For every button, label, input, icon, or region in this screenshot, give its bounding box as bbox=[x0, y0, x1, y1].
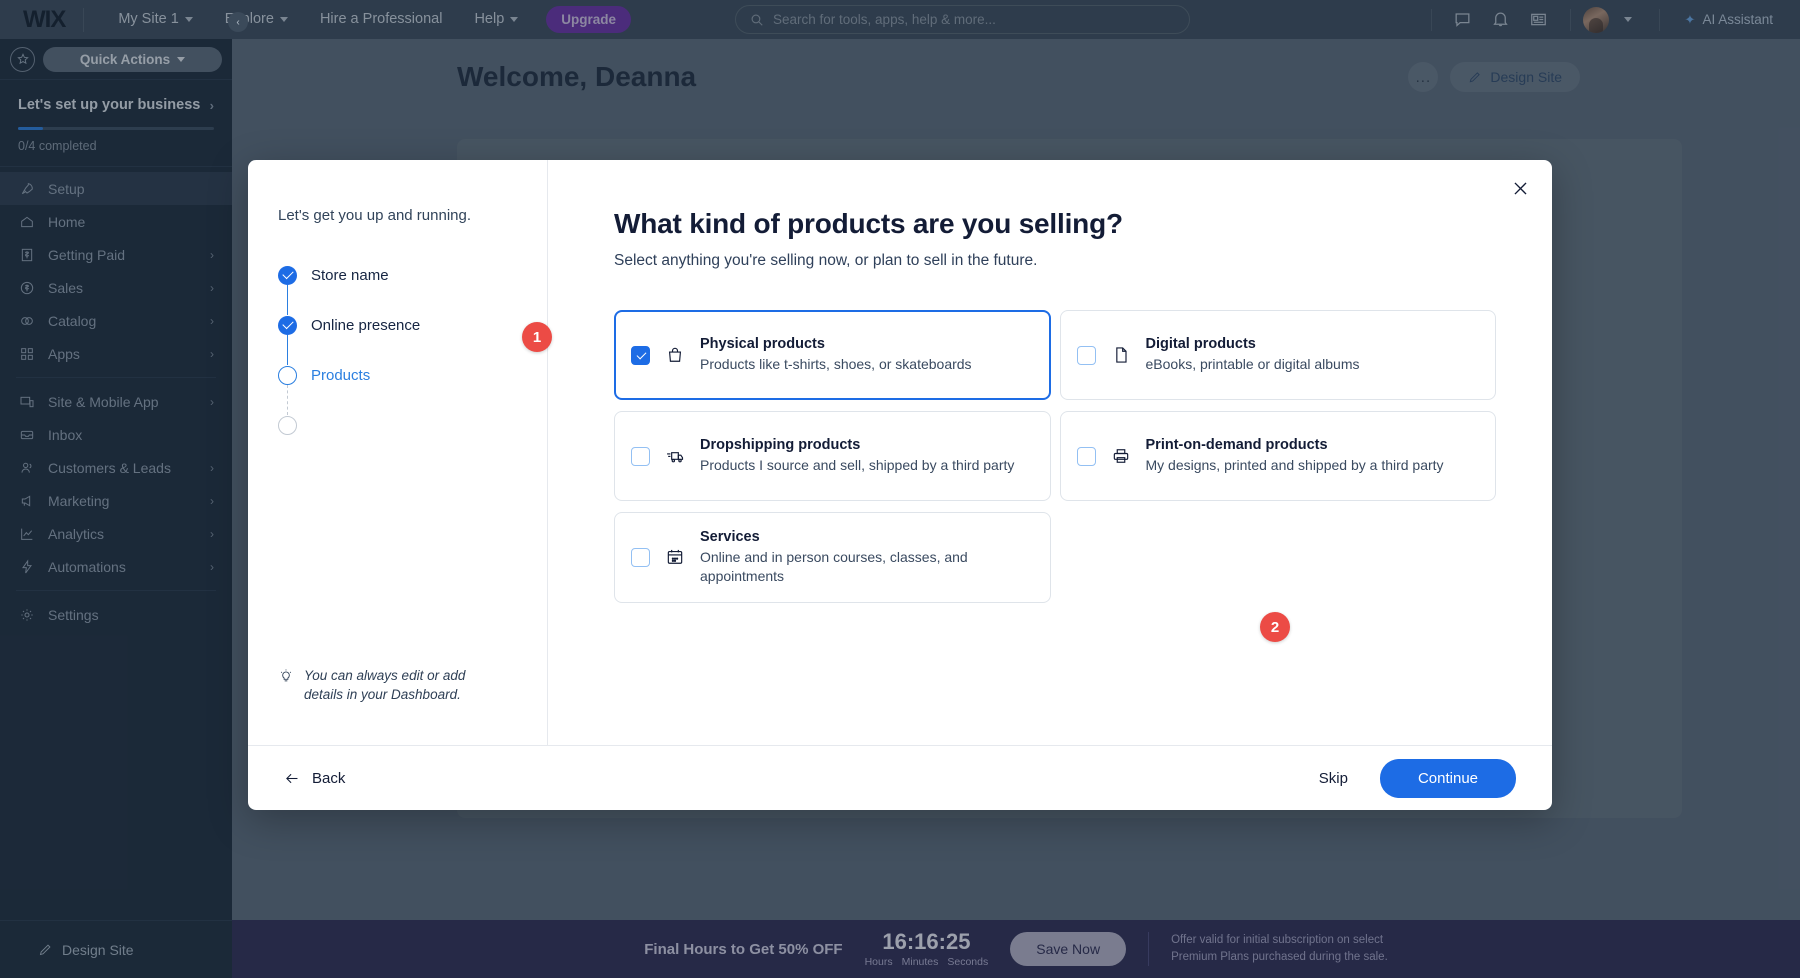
question-title: What kind of products are you selling? bbox=[614, 208, 1496, 240]
step-label: Store name bbox=[311, 267, 389, 284]
future-step-icon bbox=[278, 416, 297, 435]
lightbulb-icon bbox=[278, 668, 294, 684]
options-grid-spacer bbox=[1060, 512, 1497, 603]
back-button[interactable]: Back bbox=[284, 770, 345, 787]
check-icon bbox=[278, 316, 297, 335]
step-final[interactable] bbox=[278, 400, 547, 450]
step-badge-1: 1 bbox=[522, 322, 552, 352]
option-text: Digital products eBooks, printable or di… bbox=[1146, 336, 1480, 374]
option-print-on-demand-products[interactable]: Print-on-demand products My designs, pri… bbox=[1060, 411, 1497, 501]
steps-intro: Let's get you up and running. bbox=[278, 207, 547, 224]
file-icon bbox=[1110, 344, 1132, 366]
bag-icon bbox=[664, 344, 686, 366]
option-desc: eBooks, printable or digital albums bbox=[1146, 355, 1480, 374]
modal-footer: Back Skip Continue bbox=[248, 745, 1552, 810]
option-desc: Products I source and sell, shipped by a… bbox=[700, 456, 1034, 475]
option-name: Digital products bbox=[1146, 336, 1480, 352]
arrow-left-icon bbox=[284, 770, 301, 787]
truck-icon bbox=[664, 445, 686, 467]
tip-line2: details in your Dashboard. bbox=[304, 687, 461, 702]
step-connector-1 bbox=[287, 285, 288, 315]
option-text: Print-on-demand products My designs, pri… bbox=[1146, 437, 1480, 475]
option-text: Dropshipping products Products I source … bbox=[700, 437, 1034, 475]
option-text: Physical products Products like t-shirts… bbox=[700, 336, 1034, 374]
step-connector-2 bbox=[287, 335, 288, 365]
option-name: Services bbox=[700, 529, 1034, 545]
product-options-grid: Physical products Products like t-shirts… bbox=[614, 310, 1496, 603]
continue-button[interactable]: Continue bbox=[1380, 759, 1516, 798]
option-services[interactable]: Services Online and in person courses, c… bbox=[614, 512, 1051, 603]
option-physical-products[interactable]: Physical products Products like t-shirts… bbox=[614, 310, 1051, 400]
check-icon bbox=[278, 266, 297, 285]
step-label: Online presence bbox=[311, 317, 420, 334]
skip-button[interactable]: Skip bbox=[1319, 770, 1348, 787]
tip-block: You can always edit or add details in yo… bbox=[278, 666, 503, 705]
step-store-name[interactable]: Store name bbox=[278, 250, 547, 300]
checkbox-services[interactable] bbox=[631, 548, 650, 567]
step-badge-2: 2 bbox=[1260, 612, 1290, 642]
option-dropshipping-products[interactable]: Dropshipping products Products I source … bbox=[614, 411, 1051, 501]
checkbox-physical-products[interactable] bbox=[631, 346, 650, 365]
checkbox-digital-products[interactable] bbox=[1077, 346, 1096, 365]
step-label: Products bbox=[311, 367, 370, 384]
steps-list: Store name Online presence Products bbox=[278, 250, 547, 450]
tip-text: You can always edit or add details in yo… bbox=[304, 666, 503, 705]
step-online-presence[interactable]: Online presence bbox=[278, 300, 547, 350]
tip-line1: You can always edit or add bbox=[304, 668, 465, 683]
option-name: Dropshipping products bbox=[700, 437, 1034, 453]
close-icon[interactable] bbox=[1506, 174, 1534, 202]
option-name: Print-on-demand products bbox=[1146, 437, 1480, 453]
checkbox-dropshipping-products[interactable] bbox=[631, 447, 650, 466]
option-name: Physical products bbox=[700, 336, 1034, 352]
step-connector-3 bbox=[287, 385, 288, 415]
option-desc: Online and in person courses, classes, a… bbox=[700, 548, 1034, 586]
footer-actions: Skip Continue bbox=[1319, 759, 1516, 798]
option-desc: My designs, printed and shipped by a thi… bbox=[1146, 456, 1480, 475]
option-desc: Products like t-shirts, shoes, or skateb… bbox=[700, 355, 1034, 374]
calendar-icon bbox=[664, 546, 686, 568]
modal-question-panel: What kind of products are you selling? S… bbox=[548, 160, 1552, 745]
question-subtitle: Select anything you're selling now, or p… bbox=[614, 252, 1496, 270]
current-step-icon bbox=[278, 366, 297, 385]
modal-steps-panel: Let's get you up and running. Store name… bbox=[248, 160, 548, 745]
modal-body: Let's get you up and running. Store name… bbox=[248, 160, 1552, 745]
printer-icon bbox=[1110, 445, 1132, 467]
option-text: Services Online and in person courses, c… bbox=[700, 529, 1034, 586]
step-products[interactable]: Products bbox=[278, 350, 547, 400]
back-label: Back bbox=[312, 770, 345, 787]
option-digital-products[interactable]: Digital products eBooks, printable or di… bbox=[1060, 310, 1497, 400]
sidebar-collapse-button[interactable]: ‹ bbox=[228, 12, 248, 32]
checkbox-print-on-demand-products[interactable] bbox=[1077, 447, 1096, 466]
setup-wizard-modal: Let's get you up and running. Store name… bbox=[248, 160, 1552, 810]
